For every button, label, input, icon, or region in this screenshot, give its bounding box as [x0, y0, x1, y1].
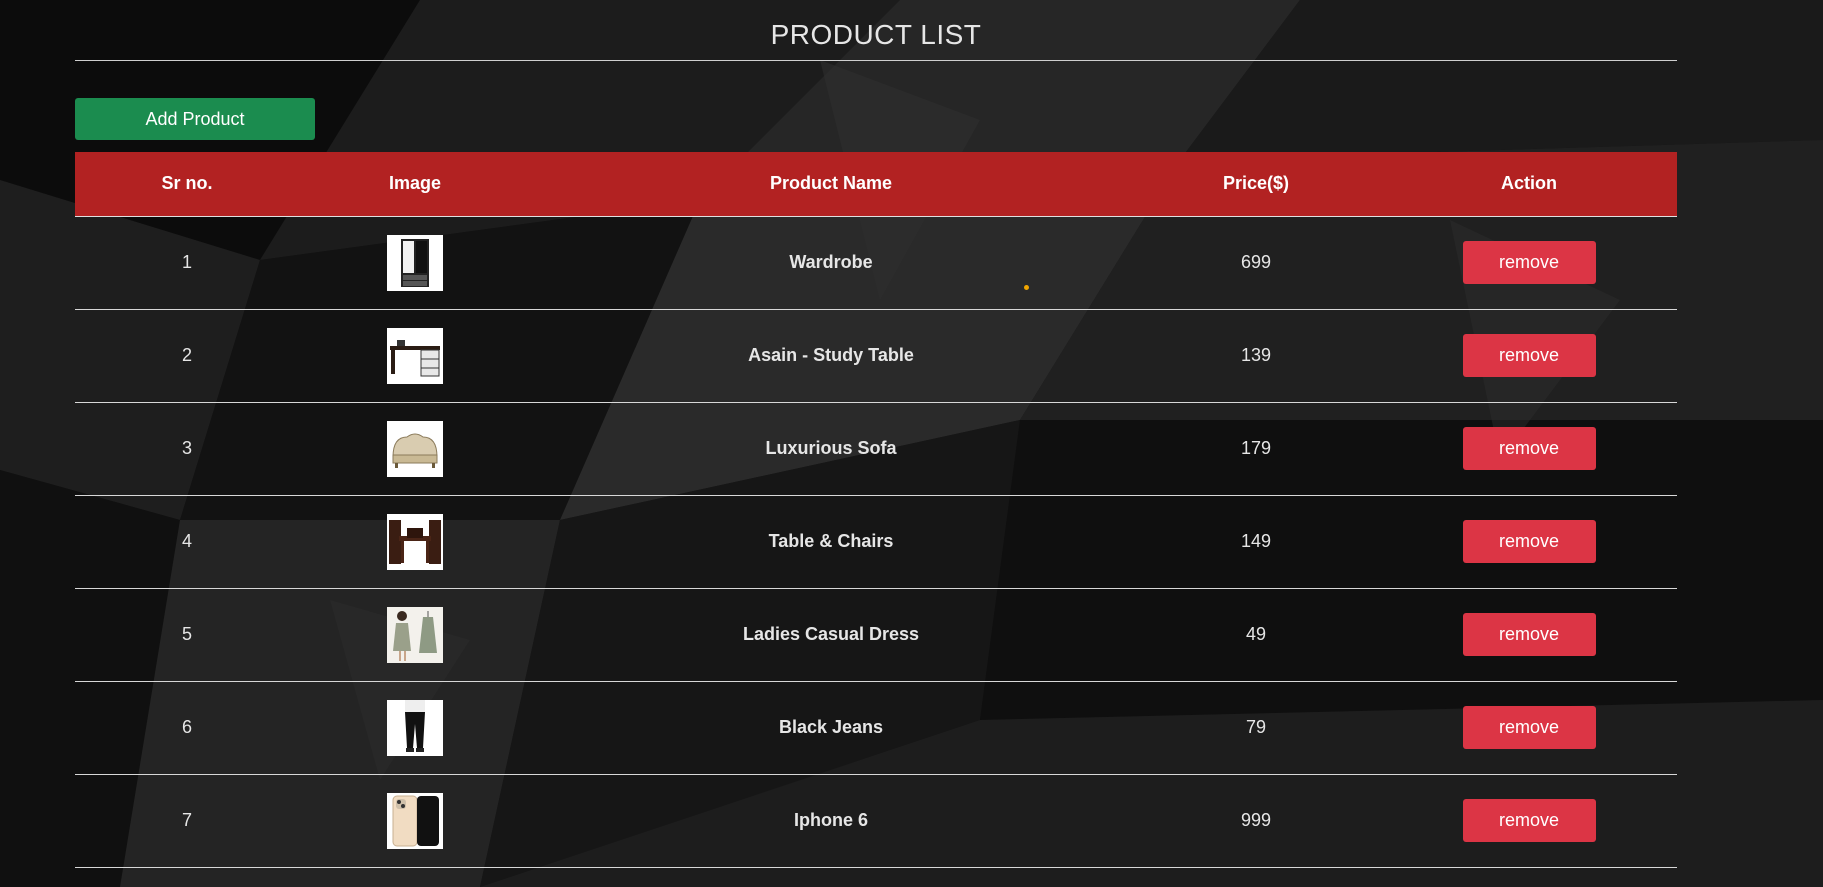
- cell-product-name: Black Jeans: [531, 681, 1131, 775]
- cell-sr-no: 6: [75, 681, 299, 775]
- header-row: Sr no. Image Product Name Price($) Actio…: [75, 152, 1677, 217]
- cell-image: [299, 216, 531, 310]
- header-product-name: Product Name: [531, 152, 1131, 217]
- dress-thumbnail: [387, 606, 443, 663]
- remove-button[interactable]: remove: [1462, 334, 1596, 377]
- remove-button[interactable]: remove: [1462, 799, 1596, 842]
- cell-sr-no: 4: [75, 495, 299, 589]
- cell-price: 179: [1131, 402, 1381, 496]
- cell-image: [299, 588, 531, 682]
- cell-product-name: Ladies Casual Dress: [531, 588, 1131, 682]
- table-header: Sr no. Image Product Name Price($) Actio…: [75, 152, 1677, 217]
- cell-action: remove: [1381, 681, 1677, 775]
- header-action: Action: [1381, 152, 1677, 217]
- page-title: PRODUCT LIST: [75, 0, 1677, 61]
- table-row: 2 Asain - Study Table 139 remove: [75, 309, 1677, 403]
- cell-image: [299, 681, 531, 775]
- cell-sr-no: 2: [75, 309, 299, 403]
- table-row: 6 Black Jeans 79 remove: [75, 681, 1677, 775]
- cell-image: [299, 774, 531, 868]
- cell-price: 999: [1131, 774, 1381, 868]
- cell-action: remove: [1381, 216, 1677, 310]
- remove-button[interactable]: remove: [1462, 427, 1596, 470]
- remove-button[interactable]: remove: [1462, 706, 1596, 749]
- cell-action: remove: [1381, 588, 1677, 682]
- table-row: 4 Table & Chairs 149 remove: [75, 495, 1677, 589]
- table-row: 3 Luxurious Sofa 179 remove: [75, 402, 1677, 496]
- cell-sr-no: 7: [75, 774, 299, 868]
- remove-button[interactable]: remove: [1462, 241, 1596, 284]
- cell-action: remove: [1381, 402, 1677, 496]
- cell-price: 49: [1131, 588, 1381, 682]
- cell-sr-no: 1: [75, 216, 299, 310]
- add-product-button[interactable]: Add Product: [75, 98, 315, 140]
- cell-product-name: Wardrobe: [531, 216, 1131, 310]
- cell-product-name: Luxurious Sofa: [531, 402, 1131, 496]
- cell-product-name: Table & Chairs: [531, 495, 1131, 589]
- iphone-thumbnail: [387, 792, 443, 849]
- product-list-page: PRODUCT LIST Add Product Sr no. Image Pr…: [75, 0, 1677, 868]
- cell-image: [299, 402, 531, 496]
- table-chairs-thumbnail: [387, 513, 443, 570]
- remove-button[interactable]: remove: [1462, 613, 1596, 656]
- cell-price: 149: [1131, 495, 1381, 589]
- cell-action: remove: [1381, 774, 1677, 868]
- cell-price: 139: [1131, 309, 1381, 403]
- cell-product-name: Asain - Study Table: [531, 309, 1131, 403]
- cell-sr-no: 3: [75, 402, 299, 496]
- cell-action: remove: [1381, 309, 1677, 403]
- cell-image: [299, 495, 531, 589]
- cell-image: [299, 309, 531, 403]
- table-row: 5 Ladies Casual Dress 49 remove: [75, 588, 1677, 682]
- cell-product-name: Iphone 6: [531, 774, 1131, 868]
- table-body: 1 Wardrobe 699 remove 2 Asain - Study Ta: [75, 216, 1677, 868]
- header-price: Price($): [1131, 152, 1381, 217]
- table-row: 1 Wardrobe 699 remove: [75, 216, 1677, 310]
- cell-action: remove: [1381, 495, 1677, 589]
- study-table-thumbnail: [387, 327, 443, 384]
- table-row: 7 Iphone 6 999 remove: [75, 774, 1677, 868]
- product-table: Sr no. Image Product Name Price($) Actio…: [75, 152, 1677, 868]
- header-sr-no: Sr no.: [75, 152, 299, 217]
- cell-sr-no: 5: [75, 588, 299, 682]
- remove-button[interactable]: remove: [1462, 520, 1596, 563]
- cursor-indicator: [1024, 285, 1029, 290]
- header-image: Image: [299, 152, 531, 217]
- jeans-thumbnail: [387, 699, 443, 756]
- cell-price: 699: [1131, 216, 1381, 310]
- wardrobe-thumbnail: [387, 234, 443, 291]
- sofa-thumbnail: [387, 420, 443, 477]
- cell-price: 79: [1131, 681, 1381, 775]
